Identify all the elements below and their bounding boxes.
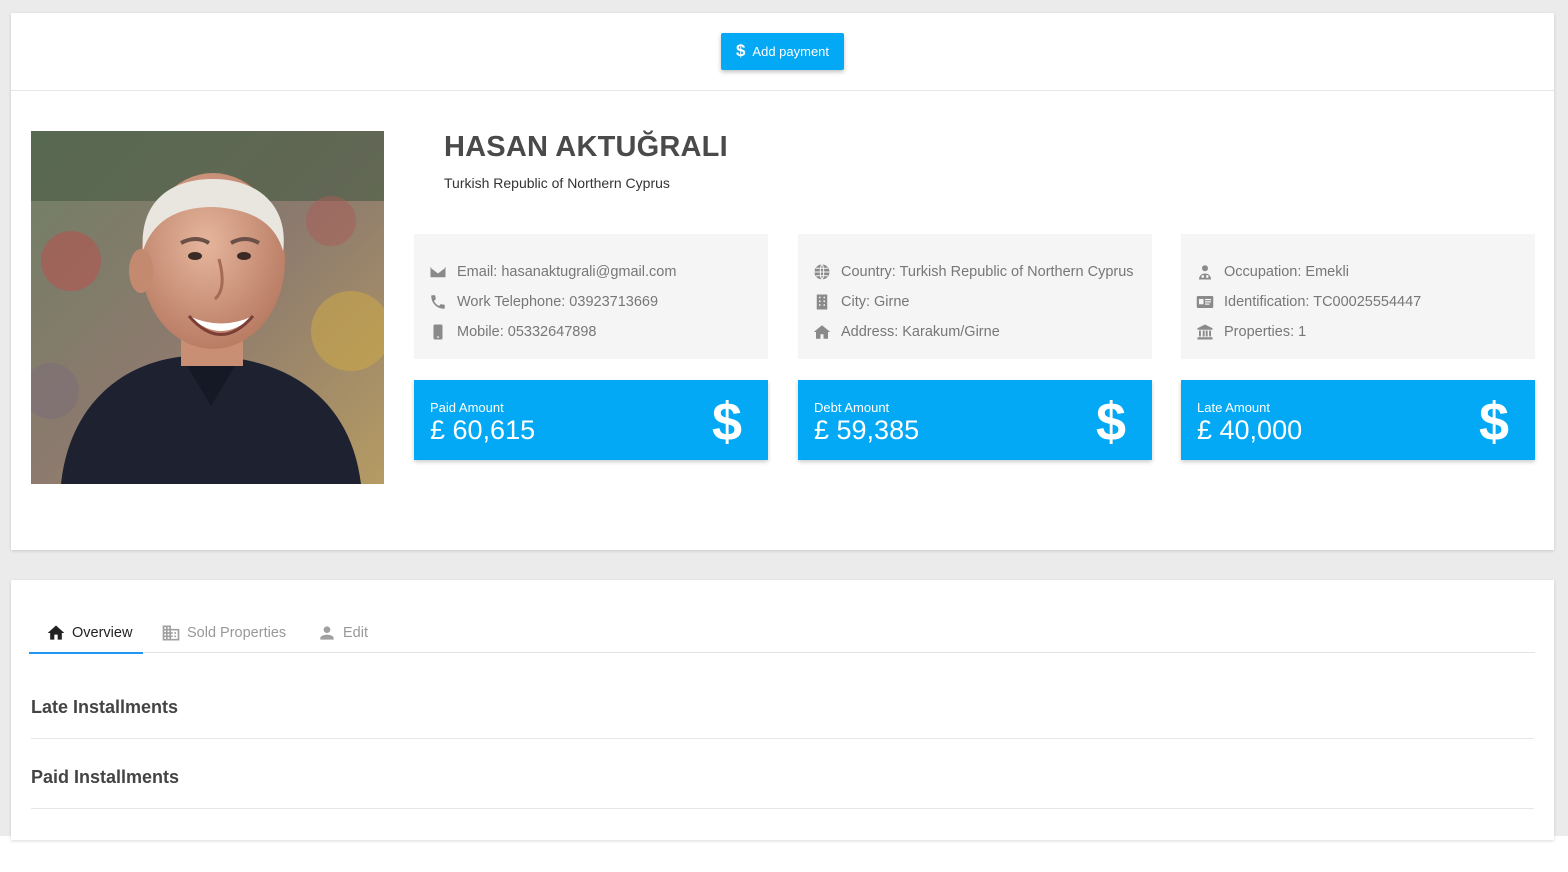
- late-amount-label: Late Amount: [1197, 400, 1270, 415]
- profile-name: HASAN AKTUĞRALI: [444, 131, 728, 163]
- profile-photo-image: [31, 131, 384, 484]
- mobile-text: Mobile: 05332647898: [457, 324, 597, 340]
- profile-photo: [31, 131, 384, 484]
- debt-amount-card: Debt Amount £ 59,385 $: [798, 380, 1152, 460]
- house-icon: [813, 322, 841, 342]
- person-icon: [320, 625, 334, 640]
- mobile-icon: [429, 322, 457, 342]
- installments-card: Overview Sold Properties Edit Late Insta…: [11, 580, 1554, 840]
- globe-icon: [813, 262, 841, 282]
- contact-info-box: Email: hasanaktugrali@gmail.com Work Tel…: [414, 234, 768, 359]
- city-text: City: Girne: [841, 294, 910, 310]
- paid-amount-value: £ 60,615: [430, 415, 536, 445]
- paid-installments-title: Paid Installments: [31, 767, 180, 787]
- email-row: Email: hasanaktugrali@gmail.com: [429, 257, 768, 287]
- paid-amount-card: Paid Amount £ 60,615 $: [414, 380, 768, 460]
- id-card-icon: [1196, 292, 1224, 312]
- profile-country: Turkish Republic of Northern Cyprus: [444, 175, 670, 191]
- identification-row: Identification: TC00025554447: [1196, 287, 1535, 317]
- identification-text: Identification: TC00025554447: [1224, 294, 1422, 310]
- profile-toolbar: $ Add payment: [11, 13, 1554, 91]
- occupation-row: Occupation: Emekli: [1196, 257, 1535, 287]
- add-payment-label: Add payment: [752, 44, 830, 59]
- home-icon: [47, 625, 65, 640]
- tab-bar: Overview Sold Properties Edit: [29, 612, 1535, 654]
- properties-row: Properties: 1: [1196, 317, 1535, 347]
- dollar-icon: $: [1478, 392, 1509, 452]
- dollar-icon: $: [711, 392, 742, 452]
- country-row: Country: Turkish Republic of Northern Cy…: [813, 257, 1152, 287]
- email-text: Email: hasanaktugrali@gmail.com: [457, 264, 677, 280]
- dollar-icon: $: [1095, 392, 1126, 452]
- building-icon: [162, 625, 180, 640]
- phone-icon: [429, 292, 457, 312]
- tab-edit[interactable]: Edit: [317, 612, 368, 653]
- details-info-box: Occupation: Emekli Identification: TC000…: [1181, 234, 1535, 359]
- tab-edit-label: Edit: [343, 624, 368, 641]
- envelope-icon: [429, 262, 457, 282]
- dollar-icon: $: [735, 40, 746, 60]
- late-amount-value: £ 40,000: [1197, 415, 1303, 445]
- debt-amount-value: £ 59,385: [814, 415, 920, 445]
- building-icon: [813, 292, 841, 312]
- add-payment-button[interactable]: $ Add payment: [721, 33, 844, 70]
- tab-overview[interactable]: Overview: [29, 612, 143, 654]
- tab-sold-properties-label: Sold Properties: [187, 624, 287, 641]
- bank-icon: [1196, 322, 1224, 342]
- paid-amount-label: Paid Amount: [430, 400, 504, 415]
- debt-amount-label: Debt Amount: [814, 400, 890, 415]
- section-divider: [31, 738, 1534, 739]
- tab-overview-label: Overview: [72, 624, 133, 641]
- work-phone-row: Work Telephone: 03923713669: [429, 287, 768, 317]
- work-phone-text: Work Telephone: 03923713669: [457, 294, 659, 310]
- occupation-text: Occupation: Emekli: [1224, 264, 1349, 280]
- country-text: Country: Turkish Republic of Northern Cy…: [841, 264, 1134, 280]
- mobile-row: Mobile: 05332647898: [429, 317, 768, 347]
- address-text: Address: Karakum/Girne: [841, 324, 1000, 340]
- properties-text: Properties: 1: [1224, 324, 1307, 340]
- late-installments-title: Late Installments: [31, 697, 179, 717]
- profile-card: $ Add payment HASAN AKTUĞRALI Turkish Re…: [11, 13, 1554, 550]
- late-amount-card: Late Amount £ 40,000 $: [1181, 380, 1535, 460]
- tab-sold-properties[interactable]: Sold Properties: [161, 612, 286, 653]
- location-info-box: Country: Turkish Republic of Northern Cy…: [798, 234, 1152, 359]
- city-row: City: Girne: [813, 287, 1152, 317]
- worker-icon: [1196, 262, 1224, 282]
- address-row: Address: Karakum/Girne: [813, 317, 1152, 347]
- section-divider: [31, 808, 1534, 809]
- page-footer-strip: [0, 836, 1568, 872]
